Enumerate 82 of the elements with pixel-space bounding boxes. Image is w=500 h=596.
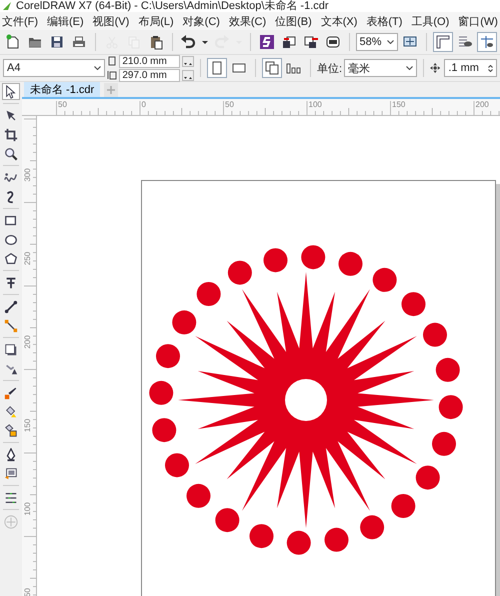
rulers-toggle[interactable] [433,32,454,52]
ruler-label: 0 [142,100,146,109]
menu-item[interactable]: 效果(C) [228,14,266,28]
fill-icon [4,404,18,418]
crop-icon [4,128,18,142]
all-pages-button[interactable] [262,58,282,78]
menu-item[interactable]: 对象(C) [182,14,220,28]
logo-icon [258,34,275,50]
portrait-button[interactable] [207,58,228,78]
spin-button[interactable] [182,56,194,66]
zoom-dropdown[interactable]: 58% [356,33,398,51]
ruler-label: 50 [58,100,67,109]
width-field[interactable]: 210.0 mm [119,54,180,68]
ruler-label: 200 [476,100,489,109]
shape-tool-icon [4,108,18,122]
polygon-button[interactable] [2,250,20,267]
crop-button[interactable] [2,126,20,143]
dimension-button[interactable] [2,298,20,315]
spin-arrows-icon [488,64,493,72]
ruler-label: 300 [23,168,32,182]
connector-button[interactable] [2,317,20,334]
new-document-icon [5,34,21,50]
pen-nib-icon [4,448,18,462]
polygon-icon [4,252,18,266]
ruler-label: 250 [23,252,32,266]
units-label: 单位: [316,62,342,76]
window-title: CorelDRAW X7 (64-Bit) - C:\Users\Admin\Desktop\未命名 -1.cdr [16,0,329,12]
caret-icon [202,40,208,44]
units-dropdown[interactable]: 毫米 [344,59,418,77]
menu-item[interactable]: 文件(F) [2,14,38,28]
menu-item[interactable]: 编辑(E) [47,14,84,28]
magnifier-button[interactable] [2,145,20,162]
arrow-pointer-icon [4,84,18,98]
ruler-label: 150 [23,418,32,432]
dimension-icon [4,300,18,314]
import-icon [280,34,297,50]
nudge-field[interactable]: .1 mm [444,59,497,77]
dropdown-caret-icon [406,66,414,70]
nudge-icon [430,62,440,74]
height-field[interactable]: 297.0 mm [119,68,180,82]
rectangle-icon [4,214,18,228]
menu-item[interactable]: 窗口(W) [458,14,498,28]
pick-tool-button[interactable] [2,83,20,100]
ruler-label: 50 [225,100,234,109]
spin-button[interactable] [182,70,194,80]
printer-icon [71,34,87,50]
magnifier-icon [4,146,18,160]
palette-settings-icon [4,490,18,504]
ellipse-icon [4,232,18,246]
undo-icon [180,34,196,50]
plus-icon [106,85,116,95]
menu-item[interactable]: 布局(L) [138,14,174,28]
ruler-label: 100 [308,100,322,109]
freehand-icon [4,170,18,184]
text-tool-icon [4,276,18,290]
menu-item[interactable]: 文本(X) [320,14,358,28]
interactive-fill-icon [4,466,18,480]
ruler-label: 200 [23,335,32,349]
page-size-dropdown[interactable]: A4 [3,59,106,77]
menu-item[interactable]: 表格(T) [366,14,402,28]
document-tab[interactable]: 未命名 -1.cdr [24,82,100,97]
menu-item[interactable]: 位图(B) [275,14,312,28]
center-hole [285,379,327,421]
menu-item[interactable]: 视图(V) [92,14,130,28]
add-tool-icon [4,514,18,528]
drop-shadow-icon [4,342,18,356]
pages-icon [264,60,280,76]
export-icon [302,34,319,50]
dropdown-caret-icon [387,40,394,44]
page-width-icon [107,56,118,66]
guidelines-toggle[interactable] [477,32,498,52]
ruler-label: 150 [392,100,406,109]
smart-fill-icon [4,424,18,438]
eyedropper-icon [4,386,18,400]
ruler-label: 100 [23,502,32,516]
rulers-icon [435,34,452,50]
menu-item[interactable]: 工具(O) [411,14,450,28]
dropdown-caret-icon [94,66,102,70]
guidelines-icon [479,34,496,50]
page-height-icon [107,70,118,80]
connector-icon [4,318,18,332]
pdf-icon [324,34,341,50]
